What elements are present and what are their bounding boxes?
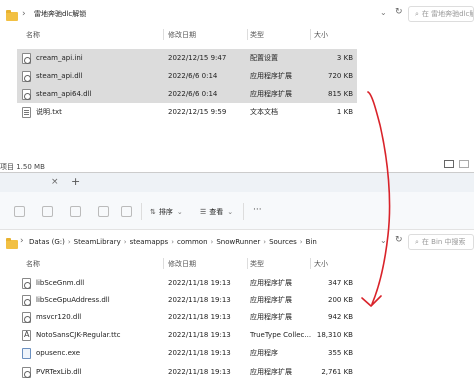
drag-arrow-icon [361, 91, 391, 307]
